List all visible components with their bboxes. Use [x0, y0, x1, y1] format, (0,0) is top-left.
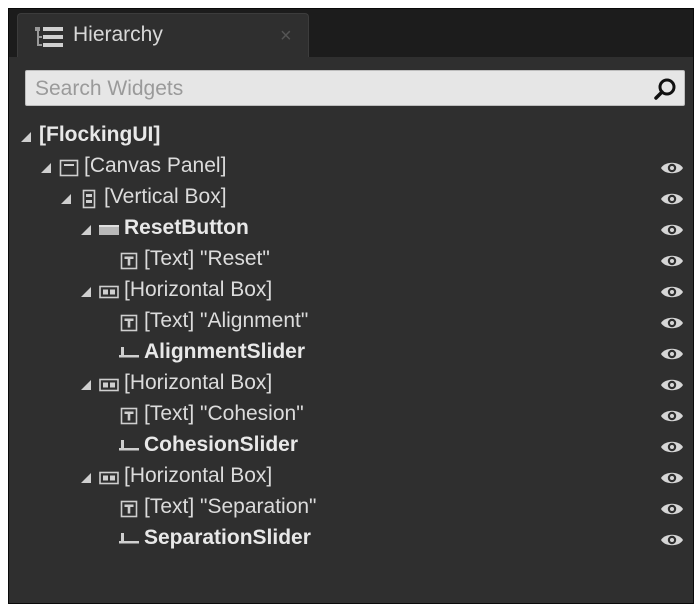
tree-item-label: CohesionSlider	[144, 433, 299, 456]
button-icon	[99, 225, 119, 235]
tree-item-label: [Horizontal Box]	[124, 464, 273, 487]
visibility-eye-icon[interactable]	[660, 221, 684, 239]
tree-row[interactable]: [Text] "Alignment"	[9, 308, 693, 338]
tree-row[interactable]: [Text] "Cohesion"	[9, 401, 693, 431]
hierarchy-icon	[35, 27, 63, 47]
tree-item-label: ResetButton	[124, 216, 249, 239]
tree-row[interactable]: [Text] "Reset"	[9, 246, 693, 276]
expand-arrow-icon[interactable]	[41, 163, 51, 173]
close-icon[interactable]: ×	[280, 25, 292, 48]
horizontal-box-icon	[99, 285, 119, 299]
hierarchy-panel: Search Widgets [FlockingUI] [Canvas Panel…	[9, 57, 693, 603]
tree-row[interactable]: SeparationSlider	[9, 525, 693, 555]
visibility-eye-icon[interactable]	[660, 283, 684, 301]
tree-item-label: [Text] "Alignment"	[144, 309, 309, 332]
text-icon	[120, 407, 138, 425]
visibility-eye-icon[interactable]	[660, 407, 684, 425]
search-icon[interactable]	[653, 77, 677, 101]
tree-row[interactable]: [FlockingUI]	[9, 122, 693, 152]
search-widgets-input[interactable]: Search Widgets	[25, 70, 685, 106]
tree-item-label: SeparationSlider	[144, 526, 311, 549]
expand-arrow-icon[interactable]	[81, 287, 91, 297]
tree-item-label: [Text] "Cohesion"	[144, 402, 304, 425]
tab-bar: Hierarchy ×	[9, 9, 693, 58]
tree-row[interactable]: [Canvas Panel]	[9, 153, 693, 183]
expand-arrow-icon[interactable]	[81, 225, 91, 235]
slider-icon	[119, 440, 139, 451]
tree-row[interactable]: [Horizontal Box]	[9, 277, 693, 307]
visibility-eye-icon[interactable]	[660, 376, 684, 394]
visibility-eye-icon[interactable]	[660, 252, 684, 270]
vertical-box-icon	[82, 189, 96, 209]
tab-hierarchy[interactable]: Hierarchy ×	[17, 13, 309, 58]
visibility-eye-icon[interactable]	[660, 531, 684, 549]
slider-icon	[119, 533, 139, 544]
tab-title: Hierarchy	[73, 23, 163, 46]
tree-row[interactable]: AlignmentSlider	[9, 339, 693, 369]
visibility-eye-icon[interactable]	[660, 438, 684, 456]
tree-item-label: [Text] "Reset"	[144, 247, 270, 270]
visibility-eye-icon[interactable]	[660, 469, 684, 487]
visibility-eye-icon[interactable]	[660, 159, 684, 177]
tree-item-label: [Canvas Panel]	[84, 154, 227, 177]
tree-item-label: [Horizontal Box]	[124, 371, 273, 394]
expand-arrow-icon[interactable]	[61, 194, 71, 204]
visibility-eye-icon[interactable]	[660, 190, 684, 208]
visibility-eye-icon[interactable]	[660, 345, 684, 363]
tree-row[interactable]: [Horizontal Box]	[9, 463, 693, 493]
tree-item-label: AlignmentSlider	[144, 340, 306, 363]
visibility-eye-icon[interactable]	[660, 500, 684, 518]
visibility-eye-icon[interactable]	[660, 314, 684, 332]
horizontal-box-icon	[99, 378, 119, 392]
canvas-panel-icon	[59, 159, 79, 177]
slider-icon	[119, 347, 139, 358]
expand-arrow-icon[interactable]	[21, 132, 31, 142]
text-icon	[120, 252, 138, 270]
search-placeholder: Search Widgets	[35, 77, 184, 100]
horizontal-box-icon	[99, 471, 119, 485]
expand-arrow-icon[interactable]	[81, 473, 91, 483]
tree-row[interactable]: CohesionSlider	[9, 432, 693, 462]
tree-item-label: [Horizontal Box]	[124, 278, 273, 301]
expand-arrow-icon[interactable]	[81, 380, 91, 390]
tree-item-label: [Vertical Box]	[104, 185, 227, 208]
tree-item-label: [Text] "Separation"	[144, 495, 317, 518]
text-icon	[120, 500, 138, 518]
tree-item-label: [FlockingUI]	[39, 123, 161, 146]
hierarchy-window: Hierarchy × Search Widgets [FlockingUI] […	[8, 8, 694, 604]
tree-row[interactable]: [Vertical Box]	[9, 184, 693, 214]
tree-row[interactable]: [Horizontal Box]	[9, 370, 693, 400]
text-icon	[120, 314, 138, 332]
tree-row[interactable]: ResetButton	[9, 215, 693, 245]
tree-row[interactable]: [Text] "Separation"	[9, 494, 693, 524]
